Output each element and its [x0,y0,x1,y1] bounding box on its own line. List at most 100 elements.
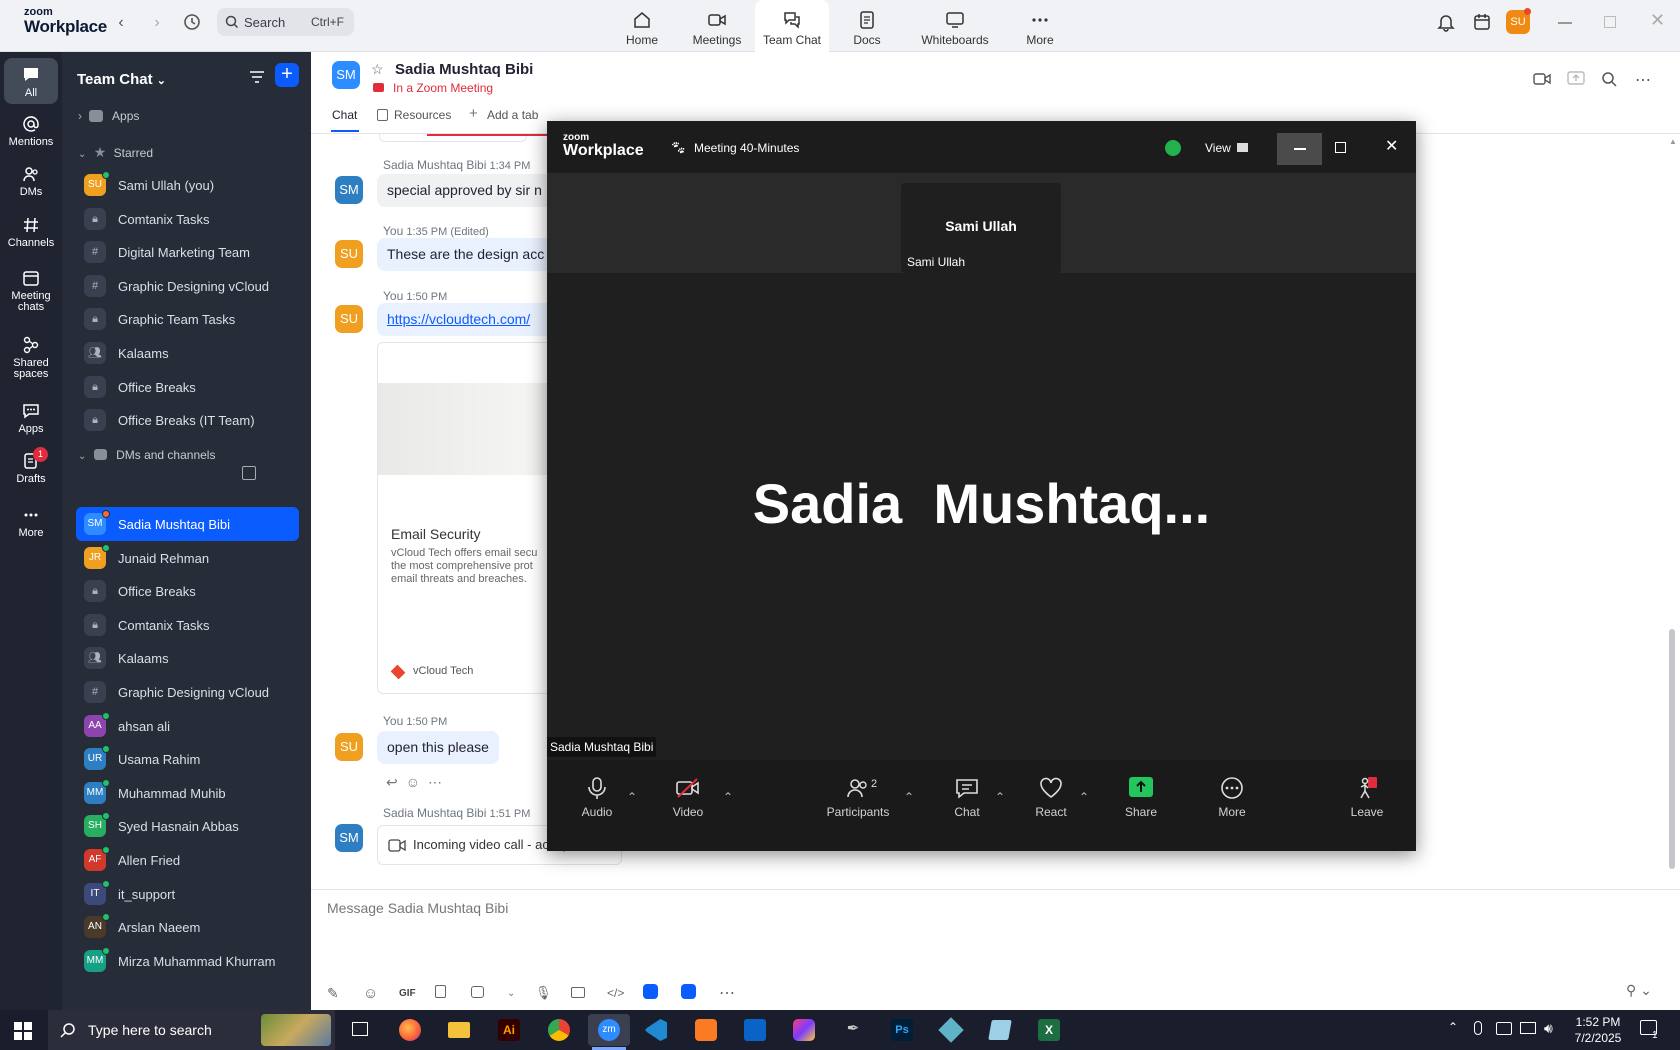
sidebar-item[interactable]: SU Sami Ullah (you) [62,168,311,202]
show-hidden-icons[interactable]: ⌃ [1448,1020,1458,1034]
tab-meetings[interactable]: Meetings [680,0,754,52]
sidebar-item[interactable]: 🔒︎ Graphic Team Tasks [62,302,311,336]
rail-shared-spaces[interactable]: Shared spaces [0,336,62,380]
chrome-icon[interactable] [541,1014,577,1046]
audio-button[interactable]: Audio [577,776,617,819]
video-button[interactable]: Video [668,776,708,819]
tab-team-chat[interactable]: Team Chat [755,0,829,52]
tab-chat[interactable]: Chat [332,108,357,122]
message-avatar[interactable]: SM [335,824,363,852]
sidebar-item[interactable]: IT it_support [62,877,311,911]
message-avatar[interactable]: SU [335,305,363,333]
sidebar-item[interactable]: # Graphic Designing vCloud [62,269,311,303]
illustrator-icon[interactable]: Ai [491,1014,527,1046]
rail-channels[interactable]: Channels [0,216,62,249]
participants-options-caret[interactable]: ⌃ [904,790,914,804]
emoji-icon[interactable]: ☺ [363,985,399,1002]
new-chat-button[interactable]: + [275,63,299,87]
video-options-caret[interactable]: ⌃ [723,790,733,804]
rail-apps[interactable]: Apps [0,402,62,435]
notification-bell-icon[interactable] [1436,12,1456,32]
microphone-tray-icon[interactable] [1474,1021,1482,1035]
sidebar-item[interactable]: AN Arslan Naeem [62,910,311,944]
pen-tool-icon[interactable]: ✒︎ [835,1014,871,1046]
sidebar-item[interactable]: AA ahsan ali [62,709,311,743]
filter-icon[interactable] [248,68,266,86]
volume-icon[interactable]: 🔊︎ [1544,1020,1553,1037]
message-avatar[interactable]: SU [335,733,363,761]
sidebar-item[interactable]: # Graphic Designing vCloud [62,675,311,709]
meeting-maximize-button[interactable] [1335,142,1346,153]
sidebar-item[interactable]: 👥︎ Kalaams [62,641,311,675]
scrollbar-thumb[interactable] [1669,629,1675,869]
search-icon[interactable] [1601,71,1617,87]
audio-options-caret[interactable]: ⌃ [627,790,637,804]
sidebar-item[interactable]: SH Syed Hasnain Abbas [62,809,311,843]
sidebar-item[interactable]: SM Sadia Mushtaq Bibi [76,507,299,541]
file-explorer-icon[interactable] [441,1014,477,1046]
sidebar-item[interactable]: JR Junaid Rehman [62,541,311,575]
creative-cloud-icon[interactable] [786,1014,822,1046]
file-icon[interactable] [435,985,471,1001]
sidebar-item[interactable]: 🔒︎ Office Breaks (IT Team) [62,403,311,437]
microphone-icon[interactable]: 🎙︎ [535,985,571,1001]
firefox-icon[interactable] [392,1014,428,1046]
screenshot-icon[interactable] [471,985,507,1001]
sidebar-item[interactable]: 🔒︎ Office Breaks [62,370,311,404]
sidebar-item[interactable]: 🔒︎ Office Breaks [62,574,311,608]
video-call-icon[interactable] [1533,72,1551,86]
starred-section-header[interactable]: ⌄ ★ Starred [78,144,153,164]
code-snippet-icon[interactable]: </> [607,986,643,1000]
excel-icon[interactable]: X [1031,1014,1067,1046]
sidebar-item[interactable]: 👥︎ Kalaams [62,336,311,370]
rail-more[interactable]: More [0,506,62,539]
apps-section[interactable]: › Apps [78,109,139,129]
meeting-minimize-button[interactable] [1277,133,1322,165]
rail-all[interactable]: All [4,58,58,104]
message-avatar[interactable]: SM [335,176,363,204]
calendar-icon[interactable] [1472,12,1492,32]
format-icon[interactable]: ✎ [327,985,363,1002]
sidebar-item[interactable]: UR Usama Rahim [62,742,311,776]
tab-whiteboards[interactable]: Whiteboards [918,0,992,52]
sidebar-item[interactable]: MM Mirza Muhammad Khurram [62,944,311,978]
tab-home[interactable]: Home [605,0,679,52]
sidebar-title[interactable]: Team Chat ⌄ [77,71,166,88]
scroll-up-arrow[interactable]: ▲ [1669,137,1677,146]
zoom-meeting-icon[interactable] [681,984,719,1002]
send-options-icon[interactable]: ⚲ ⌄ [1626,982,1652,999]
message-input[interactable]: Message Sadia Mushtaq Bibi [327,900,508,916]
more-dots-icon[interactable]: ⋯ [719,983,755,1003]
window-maximize-button[interactable] [1604,16,1616,28]
rail-mentions[interactable]: Mentions [0,115,62,148]
chat-button[interactable]: Chat [947,776,987,819]
view-button[interactable]: View [1205,141,1249,155]
video-message-icon[interactable] [571,986,607,1001]
chat-options-caret[interactable]: ⌃ [995,790,1005,804]
rail-meeting-chats[interactable]: Meeting chats [0,269,62,313]
tab-resources[interactable]: Resources [394,108,451,122]
zoom-docs-icon[interactable] [643,984,681,1002]
vscode-icon[interactable] [638,1014,674,1046]
share-screen-icon[interactable] [1567,71,1585,87]
message-bubble[interactable]: open this please [377,731,499,764]
contact-name[interactable]: Sadia Mushtaq Bibi [395,61,533,78]
tab-add[interactable]: Add a tab [487,108,538,122]
participants-button[interactable]: Participants 2 [823,776,893,819]
sidebar-item[interactable]: # Digital Marketing Team [62,235,311,269]
tab-more[interactable]: More [1003,0,1077,52]
meeting-close-button[interactable]: ✕ [1385,136,1398,156]
photoshop-icon[interactable]: Ps [884,1014,920,1046]
more-button[interactable]: More [1212,776,1252,819]
app-diamond-icon[interactable] [933,1014,969,1046]
react-options-caret[interactable]: ⌃ [1079,790,1089,804]
forward-arrow-icon[interactable]: › [146,14,168,36]
xampp-icon[interactable] [688,1014,724,1046]
participant-thumbnail[interactable]: Sami Ullah Sami Ullah [901,183,1061,273]
rail-drafts[interactable]: Drafts 1 [0,447,62,485]
window-minimize-button[interactable] [1558,22,1572,24]
sidebar-item[interactable]: AF Allen Fried [62,843,311,877]
leave-button[interactable]: Leave [1347,776,1387,819]
windows-start-icon[interactable] [14,1022,32,1040]
clock[interactable]: 1:52 PM 7/2/2025 [1570,1014,1626,1046]
